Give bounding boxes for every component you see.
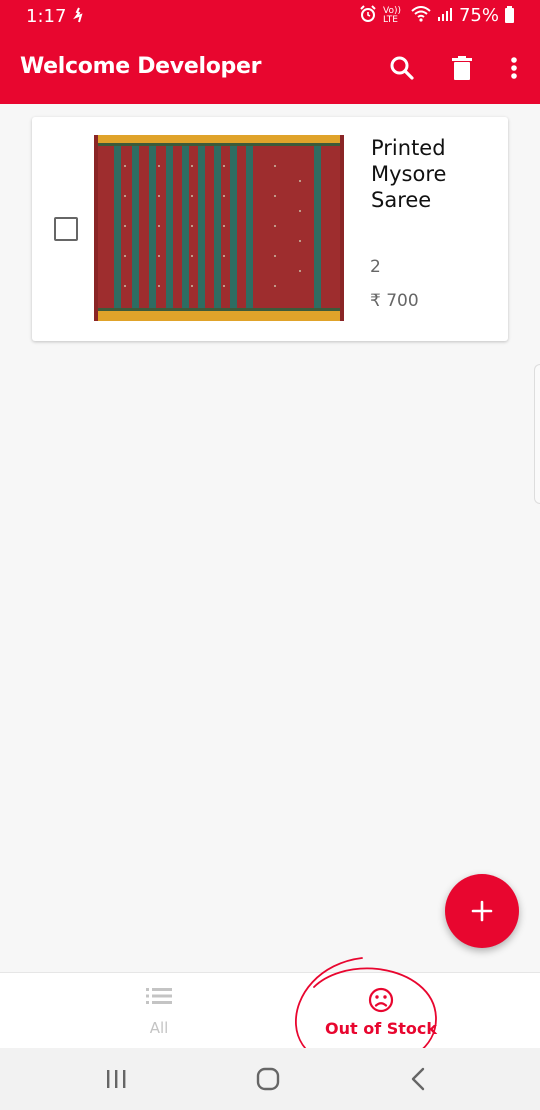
search-button[interactable]: [382, 50, 422, 86]
edge-panel-handle[interactable]: [534, 364, 540, 504]
search-icon: [390, 56, 414, 80]
battery-icon: [505, 6, 514, 23]
home-icon: [256, 1067, 280, 1091]
network-label: Vo)) LTE: [382, 5, 401, 25]
product-select-checkbox[interactable]: [54, 217, 78, 241]
page-title: Welcome Developer: [20, 54, 262, 79]
alarm-icon: [359, 5, 377, 26]
back-icon: [411, 1067, 425, 1091]
recents-button[interactable]: [96, 1064, 136, 1094]
nav-tab-out-of-stock[interactable]: Out of Stock: [246, 973, 516, 1049]
system-navigation-bar: [0, 1048, 540, 1110]
delete-button[interactable]: [442, 50, 482, 86]
wifi-icon: [411, 6, 431, 25]
app-bar-actions: [362, 50, 526, 86]
signal-icon: [437, 6, 453, 25]
home-button[interactable]: [248, 1064, 288, 1094]
nav-tab-out-of-stock-label: Out of Stock: [324, 1019, 438, 1038]
plus-icon: [471, 900, 493, 922]
more-vert-icon: [511, 57, 517, 79]
battery-percent: 75%: [458, 5, 499, 26]
app-header: 1:17 Vo)) LTE 75% Welcome Developer: [0, 0, 540, 104]
list-icon: [146, 987, 172, 1009]
notification-icon: [72, 7, 86, 27]
status-time: 1:17: [26, 6, 67, 27]
more-options-button[interactable]: [502, 50, 526, 86]
product-card[interactable]: Printed Mysore Saree 2 ₹ 700: [32, 117, 508, 341]
product-price: ₹ 700: [370, 291, 419, 311]
product-name: Printed Mysore Saree: [371, 136, 447, 212]
recents-icon: [107, 1070, 126, 1088]
bottom-navigation: All Out of Stock: [0, 972, 540, 1048]
add-product-button[interactable]: [445, 874, 519, 948]
status-icons: Vo)) LTE 75%: [359, 5, 514, 26]
status-bar: 1:17 Vo)) LTE 75%: [0, 0, 540, 36]
product-image[interactable]: [94, 135, 344, 321]
product-quantity: 2: [370, 257, 381, 277]
sad-face-icon: [368, 987, 394, 1017]
delete-icon: [452, 56, 472, 80]
back-button[interactable]: [398, 1064, 438, 1094]
